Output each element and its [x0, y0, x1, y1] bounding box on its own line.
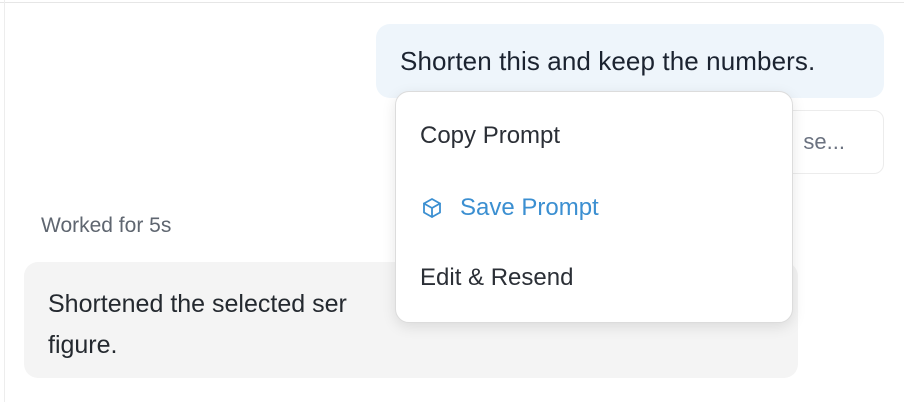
user-message-bubble[interactable]: Shorten this and keep the numbers. — [376, 24, 884, 98]
save-prompt-label: Save Prompt — [460, 194, 599, 221]
worked-status: Worked for 5s — [41, 214, 172, 237]
save-prompt-menu-item[interactable]: Save Prompt — [420, 192, 599, 224]
user-message-text: Shorten this and keep the numbers. — [400, 45, 816, 76]
partially-hidden-card-text: se... — [803, 129, 845, 154]
assistant-message-text: Shortened the selected ser figure. — [48, 290, 347, 359]
edit-resend-label: Edit & Resend — [420, 264, 574, 291]
context-menu: Copy Prompt Save Prompt Edit & Resend — [395, 91, 793, 323]
top-divider — [0, 2, 904, 3]
copy-prompt-label: Copy Prompt — [420, 122, 561, 149]
left-edge-border — [4, 0, 5, 402]
cube-icon — [420, 196, 444, 220]
edit-resend-menu-item[interactable]: Edit & Resend — [420, 262, 573, 294]
copy-prompt-menu-item[interactable]: Copy Prompt — [420, 120, 560, 152]
